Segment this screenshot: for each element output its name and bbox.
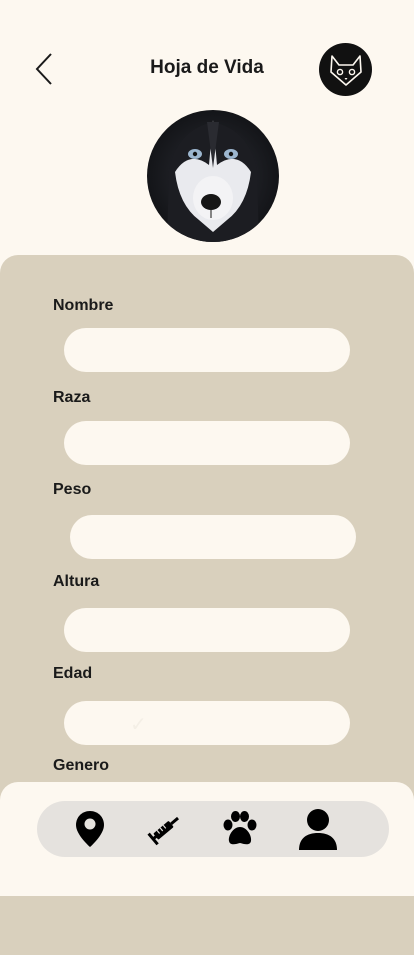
- header: Hoja de Vida: [0, 0, 414, 100]
- label-genero: Genero: [53, 757, 110, 774]
- husky-photo: [147, 110, 279, 242]
- raza-field[interactable]: [64, 421, 350, 465]
- nav-item-pets[interactable]: [217, 806, 263, 852]
- label-altura: Altura: [53, 573, 100, 590]
- nav-item-profile[interactable]: [295, 806, 341, 852]
- app-logo[interactable]: [319, 43, 372, 96]
- label-raza: Raza: [53, 389, 91, 406]
- syringe-icon: [147, 816, 179, 846]
- altura-field[interactable]: [64, 608, 350, 652]
- check-icon: ✓: [130, 714, 147, 736]
- nav-item-vaccines[interactable]: [142, 806, 188, 852]
- cat-face-icon: [329, 54, 362, 86]
- nav-item-location[interactable]: [67, 806, 113, 852]
- label-edad: Edad: [53, 665, 93, 682]
- pet-photo: [147, 110, 279, 242]
- label-nombre: Nombre: [53, 297, 114, 314]
- peso-field[interactable]: [70, 515, 356, 559]
- label-peso: Peso: [53, 481, 92, 498]
- user-icon: [299, 809, 337, 850]
- location-pin-icon: [76, 811, 104, 847]
- edad-field[interactable]: [64, 701, 350, 745]
- nombre-field[interactable]: [64, 328, 350, 372]
- paw-icon: [223, 811, 257, 845]
